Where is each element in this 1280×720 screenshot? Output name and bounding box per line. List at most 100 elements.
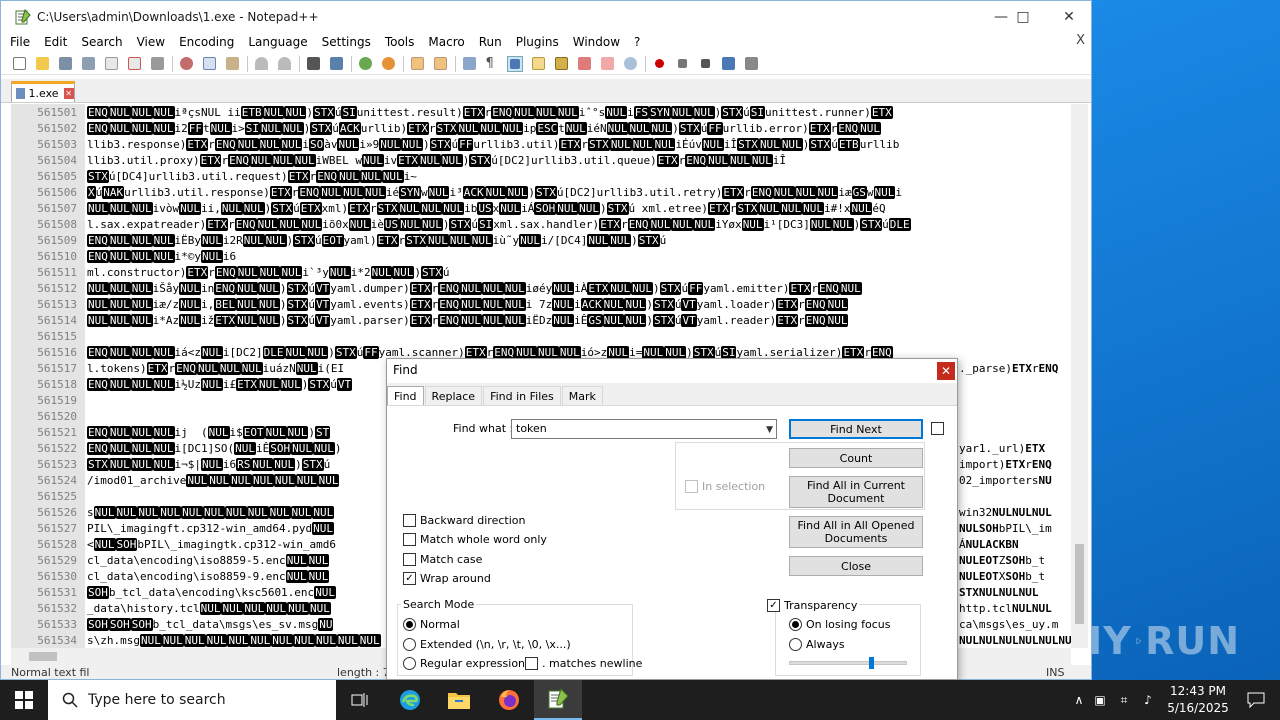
new-file-icon[interactable]: [11, 56, 27, 72]
menu-macro[interactable]: Macro: [423, 35, 469, 49]
editor-line[interactable]: 561510 ENQ NUL NUL NULi*©yNULi6: [11, 249, 1071, 265]
zoom-out-icon[interactable]: [380, 56, 396, 72]
tab-find-in-files[interactable]: Find in Files: [483, 386, 561, 406]
find-all-current-button[interactable]: Find All in Current Document: [789, 476, 923, 508]
slider-thumb[interactable]: [869, 657, 874, 669]
editor-line[interactable]: 561514 NUL NUL NULi*AzNULižETX NUL NUL)STXúVT…: [11, 313, 1071, 329]
undo-icon[interactable]: [253, 56, 269, 72]
menu-edit[interactable]: Edit: [39, 35, 72, 49]
task-view-icon[interactable]: [336, 680, 384, 720]
menu-search[interactable]: Search: [76, 35, 127, 49]
editor-line[interactable]: 561507 NUL NUL NULivòwNULii,NUL NUL)STXúETXx…: [11, 201, 1071, 217]
menu-settings[interactable]: Settings: [317, 35, 376, 49]
monitoring-icon[interactable]: [622, 56, 638, 72]
editor-line[interactable]: 561506 XúNAKurllib3.util.response)ETXrENQ…: [11, 185, 1071, 201]
run-macro-multiple-icon[interactable]: [720, 56, 736, 72]
transparency-losing-focus-radio[interactable]: On losing focus: [789, 618, 891, 631]
copy-icon[interactable]: [201, 56, 217, 72]
tab-replace[interactable]: Replace: [424, 386, 483, 406]
menu-window[interactable]: Window: [568, 35, 625, 49]
network-icon[interactable]: ⌗: [1112, 693, 1136, 708]
find-icon[interactable]: [305, 56, 321, 72]
find-next-button[interactable]: Find Next: [789, 419, 923, 439]
folder-workspace-icon[interactable]: [599, 56, 615, 72]
stop-macro-icon[interactable]: [674, 56, 690, 72]
search-mode-extended-radio[interactable]: Extended (\n, \r, \t, \0, \x...): [403, 638, 571, 651]
editor-line[interactable]: 561512 NUL NUL NULiŠåyNULinENQ NUL NUL)STXúVT…: [11, 281, 1071, 297]
close-find-button[interactable]: Close: [789, 556, 923, 576]
wrap-around-checkbox[interactable]: ✓ Wrap around: [403, 572, 491, 585]
print-icon[interactable]: [149, 56, 165, 72]
security-center-icon[interactable]: ▣: [1088, 693, 1112, 707]
play-macro-icon[interactable]: [697, 56, 713, 72]
matches-newline-checkbox[interactable]: . matches newline: [525, 657, 642, 670]
editor-line[interactable]: 561502 ENQ NUL NUL NULi2FFtNULi>SI NUL NUL)STX…: [11, 121, 1071, 137]
save-all-icon[interactable]: [80, 56, 96, 72]
find-next-option-checkbox[interactable]: [931, 422, 948, 435]
close-all-icon[interactable]: [126, 56, 142, 72]
editor-line[interactable]: 561501 ENQ NUL NUL NULiªçsNUL iiETB NUL NUL)ST…: [11, 105, 1071, 121]
show-all-chars-icon[interactable]: ¶: [484, 56, 500, 72]
notifications-icon[interactable]: [1232, 680, 1280, 720]
chevron-down-icon[interactable]: ▼: [766, 421, 773, 439]
menu-encoding[interactable]: Encoding: [174, 35, 239, 49]
transparency-checkbox[interactable]: ✓ Transparency: [767, 599, 860, 612]
open-file-icon[interactable]: [34, 56, 50, 72]
redo-icon[interactable]: [276, 56, 292, 72]
scroll-thumb[interactable]: [1075, 544, 1084, 624]
count-button[interactable]: Count: [789, 448, 923, 468]
word-wrap-icon[interactable]: [461, 56, 477, 72]
find-all-opened-button[interactable]: Find All in All Opened Documents: [789, 516, 923, 548]
doc-map-icon[interactable]: [553, 56, 569, 72]
search-mode-regex-radio[interactable]: Regular expression: [403, 657, 525, 670]
indent-guide-icon[interactable]: [507, 55, 523, 72]
tab-close-icon[interactable]: ✕: [63, 87, 74, 99]
editor-line[interactable]: 561503 llib3.response)ETXrENQ NUL NUL NULiSO…: [11, 137, 1071, 153]
menu-help[interactable]: ?: [629, 35, 645, 49]
close-button[interactable]: ✕: [1046, 1, 1091, 32]
menu-language[interactable]: Language: [243, 35, 312, 49]
zoom-in-icon[interactable]: [357, 56, 373, 72]
match-whole-word-checkbox[interactable]: Match whole word only: [403, 533, 547, 546]
taskbar-clock[interactable]: 12:43 PM 5/16/2025: [1162, 683, 1234, 717]
save-macro-icon[interactable]: [743, 56, 759, 72]
notepadpp-taskbar-icon[interactable]: [534, 680, 582, 720]
firefox-icon[interactable]: [485, 680, 533, 720]
save-icon[interactable]: [57, 56, 73, 72]
menu-tools[interactable]: Tools: [380, 35, 420, 49]
editor-line[interactable]: 561504 llib3.util.proxy)ETXrENQ NUL NUL NULi…: [11, 153, 1071, 169]
menu-run[interactable]: Run: [474, 35, 507, 49]
editor-line[interactable]: 561508 l.sax.expatreader)ETXrENQ NUL NUL NUL…: [11, 217, 1071, 233]
transparency-slider[interactable]: [789, 657, 907, 669]
editor-line[interactable]: 561505 STXú[DC4]urllib3.util.request)ETXr…: [11, 169, 1071, 185]
tab-mark[interactable]: Mark: [561, 386, 603, 406]
function-list-icon[interactable]: [576, 56, 592, 72]
lang-udl-icon[interactable]: [530, 56, 546, 72]
menu-view[interactable]: View: [132, 35, 170, 49]
find-dialog-close-icon[interactable]: ✕: [937, 362, 955, 380]
menu-plugins[interactable]: Plugins: [511, 35, 564, 49]
sync-vertical-icon[interactable]: [409, 56, 425, 72]
editor-line[interactable]: 561509 ENQ NUL NUL NULiËByNULi2RNUL NUL)STXúE…: [11, 233, 1071, 249]
start-button[interactable]: [0, 680, 48, 720]
cut-icon[interactable]: [178, 56, 194, 72]
record-macro-icon[interactable]: [651, 56, 667, 72]
edge-browser-icon[interactable]: [386, 680, 434, 720]
editor-line[interactable]: 561515: [11, 329, 1071, 345]
backward-direction-checkbox[interactable]: Backward direction: [403, 514, 525, 527]
match-case-checkbox[interactable]: Match case: [403, 553, 482, 566]
transparency-always-radio[interactable]: Always: [789, 638, 845, 651]
sync-horizontal-icon[interactable]: [432, 56, 448, 72]
editor-line[interactable]: 561511 ml.constructor)ETXrENQ NUL NUL NULi`³…: [11, 265, 1071, 281]
scroll-thumb[interactable]: [29, 652, 57, 661]
show-hidden-icons-chevron-icon[interactable]: ∧: [1070, 693, 1088, 707]
volume-icon[interactable]: ♪: [1136, 693, 1160, 707]
tab-1-exe[interactable]: 1.exe ✕: [11, 81, 75, 102]
search-mode-normal-radio[interactable]: Normal: [403, 618, 460, 631]
editor-line[interactable]: 561513 NUL NUL NULiæ/zNULi,BEL NUL NUL)STXúVT…: [11, 297, 1071, 313]
maximize-button[interactable]: □: [1000, 1, 1046, 32]
close-file-icon[interactable]: [103, 56, 119, 72]
menu-file[interactable]: File: [5, 35, 35, 49]
taskbar-search-box[interactable]: Type here to search: [48, 680, 336, 720]
file-explorer-icon[interactable]: [435, 680, 483, 720]
